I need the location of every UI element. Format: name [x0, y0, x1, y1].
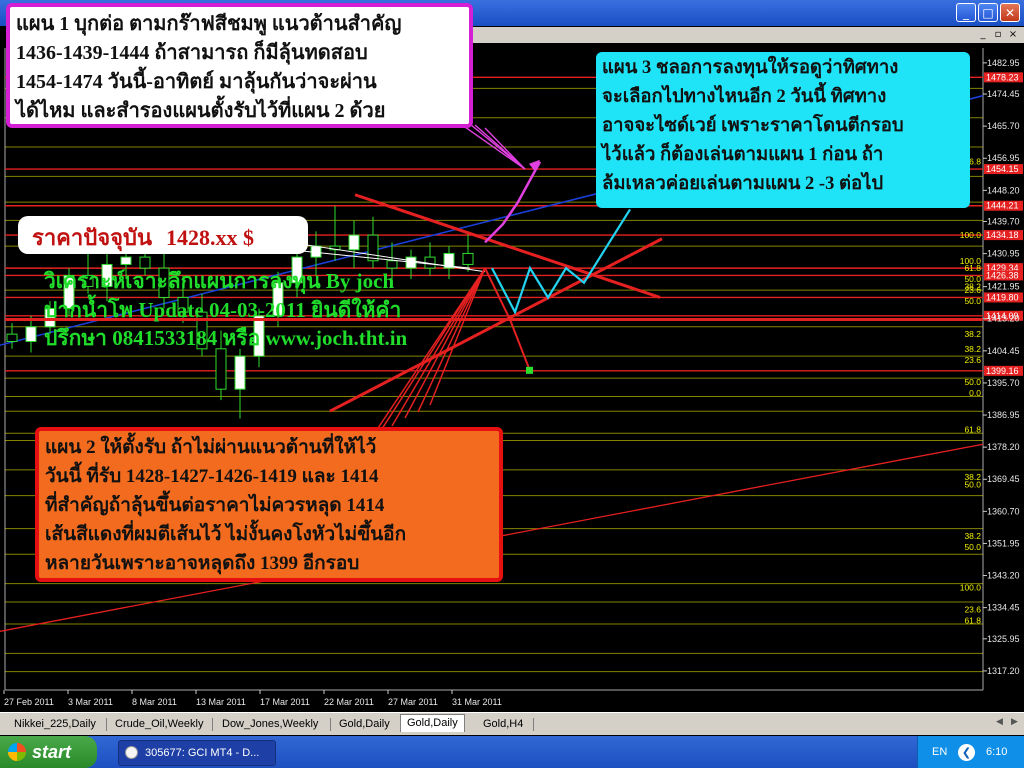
candle-body [367, 234, 379, 262]
fib-level-label: 50.0 [964, 296, 981, 306]
fib-level-label: 61.8 [964, 425, 981, 435]
minimize-icon[interactable]: _ [956, 3, 976, 22]
tab-crude-oil-weekly[interactable]: Crude_Oil,Weekly [115, 716, 203, 733]
price-tick-label: 1404.45 [987, 346, 1020, 356]
price-tick-label: 1439.70 [987, 217, 1020, 227]
candle-body [25, 326, 37, 342]
fib-level-label: 61.8 [964, 263, 981, 273]
tab-gold-h4[interactable]: Gold,H4 [483, 716, 523, 733]
marked-level-label: 1419.80 [986, 292, 1019, 302]
fib-level-label: 23.6 [964, 285, 981, 295]
tab-gold-daily-active[interactable]: Gold,Daily [400, 714, 465, 732]
maximize-icon[interactable]: □ [978, 3, 998, 22]
current-price-label: ราคาปัจจุบัน [32, 225, 152, 250]
price-tick-label: 1343.20 [987, 571, 1020, 581]
scroll-right-icon[interactable]: ▶ [1011, 717, 1018, 727]
scroll-left-icon[interactable]: ◀ [996, 717, 1003, 727]
taskbar-item-label: 305677: GCI MT4 - D... [145, 747, 260, 759]
windows-logo-icon [8, 743, 26, 761]
price-tick-label: 1351.95 [987, 538, 1020, 548]
date-tick-label: 27 Feb 2011 [4, 697, 54, 707]
date-tick-label: 3 Mar 2011 [68, 697, 113, 707]
price-tick-label: 1395.70 [987, 378, 1020, 388]
fib-level-label: 100.0 [960, 230, 982, 240]
fib-level-label: 23.6 [964, 355, 981, 365]
fib-level-label: 0.0 [969, 388, 981, 398]
fib-level-label: 38.2 [964, 344, 981, 354]
date-tick-label: 17 Mar 2011 [260, 697, 310, 707]
tab-gold-daily[interactable]: Gold,Daily [339, 716, 390, 733]
fib-level-label: 38.2 [964, 531, 981, 541]
chart-restore-icon[interactable]: ▫ [991, 28, 1005, 41]
tab-separator [212, 718, 213, 731]
contact-line: ปรึกษา 0841533184 หรือ www.joch.tht.in [44, 326, 408, 350]
marked-level-label: 1434.18 [986, 230, 1019, 240]
candle-body [348, 234, 360, 251]
price-tick-label: 1456.95 [987, 153, 1020, 163]
chart-window-caption: _ ▫ × [470, 27, 1024, 43]
date-tick-label: 13 Mar 2011 [196, 697, 246, 707]
plan2-target-marker [526, 366, 533, 374]
price-tick-label: 1448.20 [987, 185, 1020, 195]
fib-level-label: 100.0 [960, 582, 982, 592]
start-label: start [32, 742, 72, 762]
date-tick-label: 8 Mar 2011 [132, 697, 177, 707]
marked-level-label: 1478.23 [986, 72, 1019, 82]
clock: 6:10 [986, 746, 1008, 758]
taskbar-item-mt4[interactable]: 305677: GCI MT4 - D... [118, 740, 276, 766]
marked-level-label: 1444.21 [986, 201, 1019, 211]
tab-separator [533, 718, 534, 731]
current-price-box: ราคาปัจจุบัน 1428.xx $ [18, 216, 308, 254]
tab-dow-jones-weekly[interactable]: Dow_Jones,Weekly [222, 716, 318, 733]
plan3-note: แผน 3 ชลอการลงทุนให้รอดูว่าทิศทาง จะเลือ… [596, 52, 970, 208]
candle-body [234, 355, 246, 390]
date-tick-label: 27 Mar 2011 [388, 697, 438, 707]
price-tick-label: 1413.20 [987, 314, 1020, 324]
tab-separator [330, 718, 331, 731]
price-tick-label: 1317.20 [987, 666, 1020, 676]
candle-body [462, 252, 474, 265]
plan1-note: แผน 1 บุกต่อ ตามกร๊าฟสีชมพู แนวต้านสำคัญ… [6, 3, 473, 128]
fib-level-label: 50.0 [964, 377, 981, 387]
fib-level-label: 50.0 [964, 542, 981, 552]
plan2-note: แผน 2 ให้ตั้งรับ ถ้าไม่ผ่านแนวต้านที่ให้… [35, 427, 503, 582]
date-tick-label: 31 Mar 2011 [452, 697, 502, 707]
candle-body [6, 333, 18, 342]
chart-minimize-icon[interactable]: _ [976, 28, 990, 41]
marked-level-label: 1454.15 [986, 164, 1019, 174]
close-icon[interactable]: ✕ [1000, 3, 1020, 22]
chart-close-icon[interactable]: × [1006, 28, 1020, 41]
candle-body [120, 256, 132, 265]
system-tray: EN ❮ 6:10 [917, 736, 1024, 768]
price-tick-label: 1386.95 [987, 410, 1020, 420]
fib-level-label: 50.0 [964, 480, 981, 490]
fib-level-label: 23.6 [964, 604, 981, 614]
tab-nikkei-daily[interactable]: Nikkei_225,Daily [14, 716, 96, 733]
price-tick-label: 1430.95 [987, 249, 1020, 259]
fib-level-label: 61.8 [964, 615, 981, 625]
marked-level-label: 1426.38 [986, 270, 1019, 280]
fib-level-label: 38.2 [964, 329, 981, 339]
price-tick-label: 1378.20 [987, 442, 1020, 452]
mt4-app-icon [125, 746, 138, 759]
price-tick-label: 1325.95 [987, 634, 1020, 644]
price-tick-label: 1360.70 [987, 506, 1020, 516]
start-button[interactable]: start [0, 736, 97, 768]
price-tick-label: 1482.95 [987, 58, 1020, 68]
tray-bluetooth-icon[interactable]: ❮ [958, 744, 975, 761]
price-tick-label: 1421.95 [987, 282, 1020, 292]
price-tick-label: 1369.45 [987, 474, 1020, 484]
taskbar: start 305677: GCI MT4 - D... EN ❮ 6:10 [0, 736, 1024, 768]
tab-separator [106, 718, 107, 731]
chart-tab-bar: Nikkei_225,Daily Crude_Oil,Weekly Dow_Jo… [0, 712, 1024, 735]
date-tick-label: 22 Mar 2011 [324, 697, 374, 707]
language-indicator[interactable]: EN [932, 736, 947, 768]
fib-level-label: 6.8 [969, 157, 981, 167]
marked-level-label: 1399.16 [986, 366, 1019, 376]
price-tick-label: 1465.70 [987, 121, 1020, 131]
current-price-value: 1428.xx $ [166, 225, 254, 250]
price-tick-label: 1334.45 [987, 603, 1020, 613]
price-tick-label: 1474.45 [987, 89, 1020, 99]
